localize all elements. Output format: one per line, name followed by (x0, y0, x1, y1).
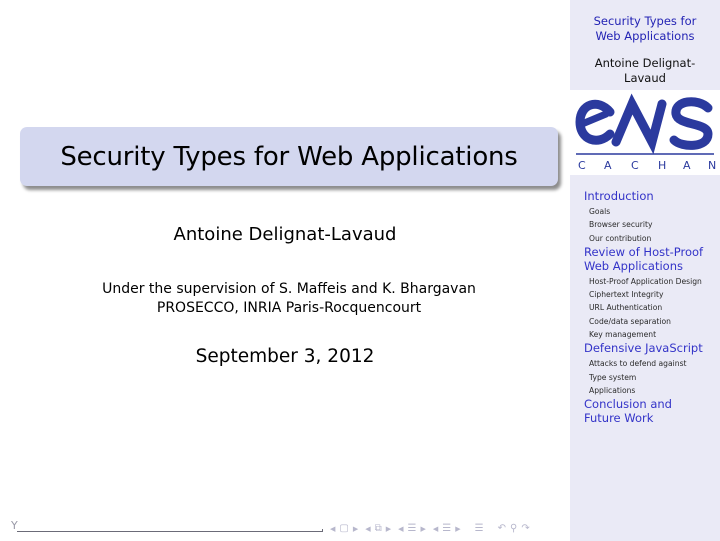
svg-text:H: H (658, 159, 666, 172)
svg-text:A: A (683, 159, 691, 172)
next-frame-arrow-icon[interactable]: ▶ (353, 521, 358, 537)
svg-text:C: C (631, 159, 639, 172)
toc-subsection[interactable]: Key management (589, 328, 718, 341)
ens-cachan-logo: C A C H A N (570, 90, 720, 175)
slide-author: Antoine Delignat-Lavaud (173, 224, 397, 245)
toc-subsections: Host-Proof Application Design Ciphertext… (584, 275, 718, 341)
presentation-icon[interactable]: ☰ (442, 521, 451, 537)
sidebar-short-title[interactable]: Security Types for Web Applications (570, 14, 720, 44)
sidebar-author-line: Antoine Delignat- (594, 56, 696, 70)
frame-icon[interactable]: ▢ (339, 521, 348, 537)
svg-text:C: C (578, 159, 586, 172)
prev-slide-arrow-icon[interactable]: ◀ (365, 521, 370, 537)
toc-subsection[interactable]: URL Authentication (589, 301, 718, 314)
slide-title: Security Types for Web Applications (60, 141, 518, 172)
progress-line (17, 531, 323, 532)
table-of-contents: Introduction Goals Browser security Our … (584, 189, 718, 425)
toc-subsections: Goals Browser security Our contribution (584, 205, 718, 245)
toc-subsection[interactable]: Goals (589, 205, 718, 218)
toc-section-label: Future Work (584, 411, 654, 426)
toc-subsection[interactable]: Ciphertext Integrity (589, 288, 718, 301)
next-slide-arrow-icon[interactable]: ▶ (386, 521, 391, 537)
slide-date: September 3, 2012 (195, 346, 375, 367)
toc-icon[interactable]: ☰ (475, 521, 484, 537)
svg-text:A: A (604, 159, 612, 172)
toc-subsection[interactable]: Applications (589, 384, 718, 397)
toc-subsections: Attacks to defend against Type system Ap… (584, 357, 718, 397)
toc-section-label: Conclusion and (584, 397, 672, 412)
supervision-line: Under the supervision of S. Maffeis and … (102, 281, 476, 297)
toc-group: Conclusion and Future Work (584, 397, 718, 425)
svg-text:N: N (708, 159, 716, 172)
toc-section-label: Defensive JavaScript (584, 341, 703, 356)
prev-subsection-arrow-icon[interactable]: ◀ (398, 521, 403, 537)
toc-subsection[interactable]: Attacks to defend against (589, 357, 718, 370)
slide-main: Security Types for Web Applications Anto… (0, 0, 570, 541)
institution-line: PROSECCO, INRIA Paris-Rocquencourt (156, 300, 422, 316)
next-subsection-arrow-icon[interactable]: ▶ (421, 521, 426, 537)
toc-subsection[interactable]: Type system (589, 371, 718, 384)
prev-frame-arrow-icon[interactable]: ◀ (330, 521, 335, 537)
toc-group: Review of Host-Proof Web Applications Ho… (584, 245, 718, 341)
toc-section-label: Web Applications (584, 258, 683, 273)
toc-subsection[interactable]: Our contribution (589, 232, 718, 245)
sidebar: Security Types for Web Applications Anto… (570, 0, 720, 541)
toc-subsection[interactable]: Host-Proof Application Design (589, 275, 718, 288)
prev-section-arrow-icon[interactable]: ◀ (433, 521, 438, 537)
next-section-arrow-icon[interactable]: ▶ (455, 521, 460, 537)
supervision-block: Under the supervision of S. Maffeis and … (0, 280, 578, 318)
toc-section-conclusion[interactable]: Conclusion and Future Work (584, 397, 718, 425)
beamer-navigation-bar: ◀ ▢ ▶ ◀ ⧉ ▶ ◀ ☰ ▶ ◀ ☰ ▶ ☰ ↶ ⚲ ↷ (330, 521, 534, 537)
toc-section-defensive-javascript[interactable]: Defensive JavaScript (584, 341, 718, 355)
subsection-icon[interactable]: ⧉ (375, 521, 382, 537)
sidebar-short-title-line: Web Applications (595, 29, 695, 43)
toc-group: Defensive JavaScript Attacks to defend a… (584, 341, 718, 397)
toc-section-label: Introduction (584, 189, 654, 203)
search-icon[interactable]: ⚲ (510, 521, 517, 537)
toc-subsection[interactable]: Code/data separation (589, 315, 718, 328)
toc-subsection[interactable]: Browser security (589, 218, 718, 231)
ens-logo-icon: C A C H A N (575, 93, 716, 172)
toc-section-review[interactable]: Review of Host-Proof Web Applications (584, 245, 718, 273)
sidebar-short-title-line: Security Types for (593, 14, 697, 28)
toc-section-label: Review of Host-Proof (584, 244, 704, 259)
section-icon[interactable]: ☰ (408, 521, 417, 537)
sidebar-header: Security Types for Web Applications Anto… (570, 14, 720, 86)
forward-icon[interactable]: ↷ (521, 521, 529, 537)
back-icon[interactable]: ↶ (498, 521, 506, 537)
progress-tick (322, 529, 323, 532)
sidebar-author: Antoine Delignat- Lavaud (570, 56, 720, 86)
toc-section-introduction[interactable]: Introduction (584, 189, 718, 203)
title-box: Security Types for Web Applications (20, 127, 558, 186)
toc-group: Introduction Goals Browser security Our … (584, 189, 718, 245)
sidebar-author-line: Lavaud (624, 71, 666, 85)
